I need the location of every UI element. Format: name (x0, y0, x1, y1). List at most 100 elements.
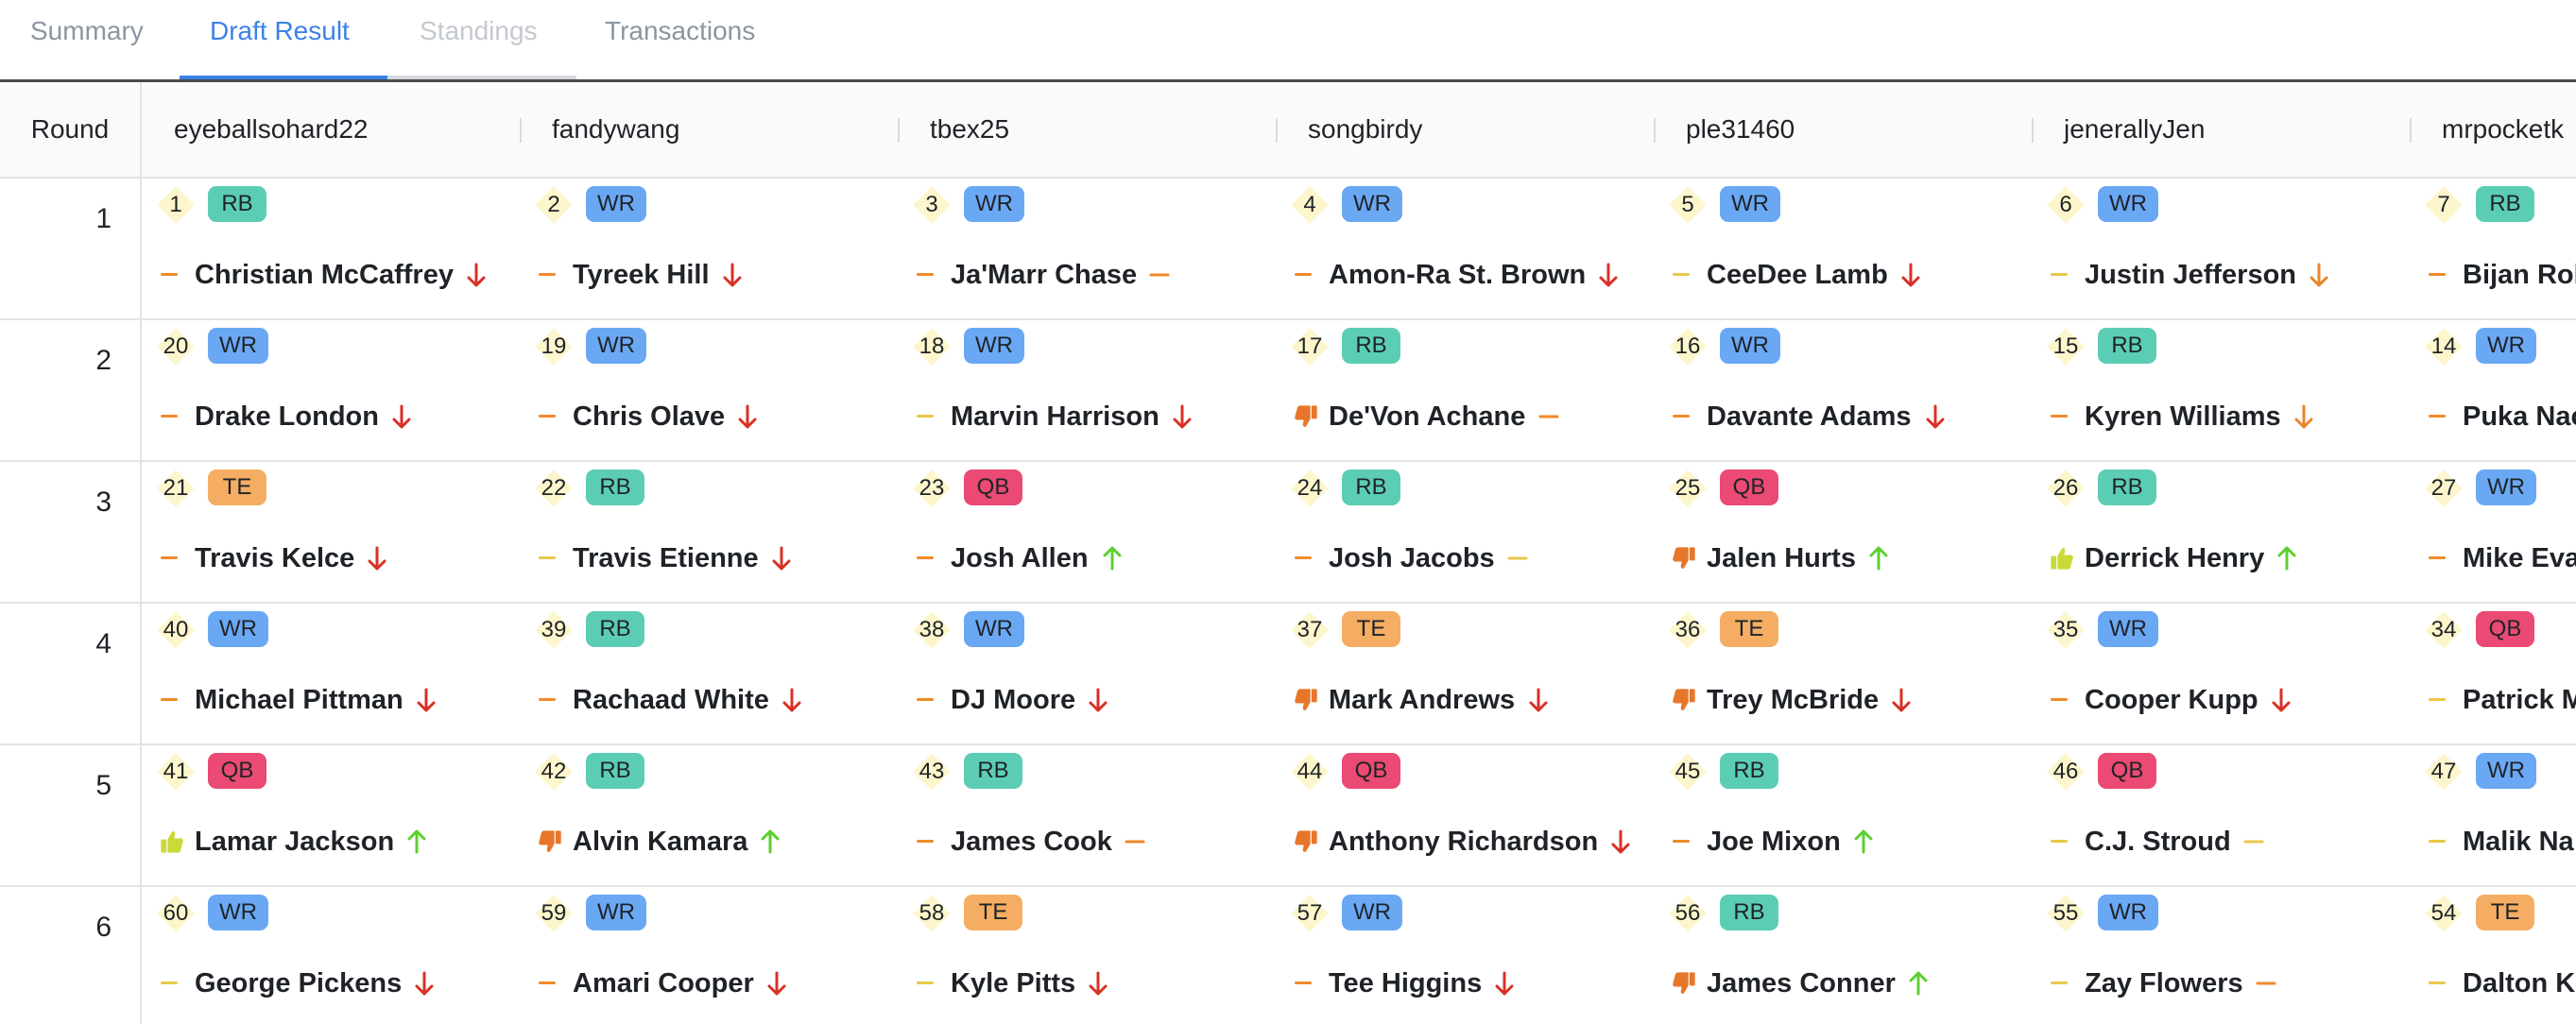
draft-pick-cell[interactable]: 20 WR Drake London (142, 320, 520, 460)
player-name[interactable]: Davante Adams (1707, 396, 1912, 437)
column-resize-handle[interactable] (2032, 118, 2034, 143)
draft-pick-cell[interactable]: 46 QB C.J. Stroud (2032, 745, 2410, 885)
column-resize-handle[interactable] (2410, 118, 2412, 143)
player-name[interactable]: Dalton K (2463, 963, 2575, 1004)
player-name[interactable]: Tee Higgins (1329, 963, 1482, 1004)
player-name[interactable]: Rachaad White (573, 679, 769, 721)
tab-standings[interactable]: Standings (420, 0, 538, 81)
player-name[interactable]: Patrick M (2463, 679, 2576, 721)
player-name[interactable]: Tyreek Hill (573, 254, 710, 296)
player-name[interactable]: Justin Jefferson (2085, 254, 2296, 296)
draft-pick-cell[interactable]: 19 WR Chris Olave (520, 320, 898, 460)
column-resize-handle[interactable] (898, 118, 900, 143)
team-column-header[interactable]: jenerallyJen (2032, 82, 2410, 177)
draft-pick-cell[interactable]: 24 RB Josh Jacobs (1276, 462, 1654, 602)
player-name[interactable]: Chris Olave (573, 396, 725, 437)
player-name[interactable]: James Conner (1707, 963, 1896, 1004)
draft-pick-cell[interactable]: 47 WR Malik Na (2410, 745, 2576, 885)
player-name[interactable]: DJ Moore (951, 679, 1075, 721)
player-name[interactable]: Marvin Harrison (951, 396, 1159, 437)
player-name[interactable]: Josh Allen (951, 538, 1089, 579)
draft-pick-cell[interactable]: 2 WR Tyreek Hill (520, 179, 898, 318)
draft-pick-cell[interactable]: 5 WR CeeDee Lamb (1654, 179, 2032, 318)
draft-pick-cell[interactable]: 45 RB Joe Mixon (1654, 745, 2032, 885)
player-name[interactable]: Malik Na (2463, 821, 2574, 862)
draft-pick-cell[interactable]: 18 WR Marvin Harrison (898, 320, 1276, 460)
column-resize-handle[interactable] (1276, 118, 1278, 143)
draft-pick-cell[interactable]: 4 WR Amon-Ra St. Brown (1276, 179, 1654, 318)
column-resize-handle[interactable] (520, 118, 522, 143)
player-name[interactable]: Puka Nac (2463, 396, 2576, 437)
player-name[interactable]: Mark Andrews (1329, 679, 1515, 721)
draft-pick-cell[interactable]: 42 RB Alvin Kamara (520, 745, 898, 885)
player-name[interactable]: George Pickens (195, 963, 402, 1004)
team-column-header[interactable]: ple31460 (1654, 82, 2032, 177)
team-column-header[interactable]: tbex25 (898, 82, 1276, 177)
draft-pick-cell[interactable]: 41 QB Lamar Jackson (142, 745, 520, 885)
draft-pick-cell[interactable]: 60 WR George Pickens (142, 887, 520, 1024)
player-name[interactable]: Joe Mixon (1707, 821, 1841, 862)
draft-pick-cell[interactable]: 26 RB Derrick Henry (2032, 462, 2410, 602)
player-name[interactable]: Josh Jacobs (1329, 538, 1495, 579)
draft-pick-cell[interactable]: 1 RB Christian McCaffrey (142, 179, 520, 318)
draft-pick-cell[interactable]: 16 WR Davante Adams (1654, 320, 2032, 460)
draft-pick-cell[interactable]: 57 WR Tee Higgins (1276, 887, 1654, 1024)
player-name[interactable]: Drake London (195, 396, 379, 437)
draft-pick-cell[interactable]: 55 WR Zay Flowers (2032, 887, 2410, 1024)
player-name[interactable]: Christian McCaffrey (195, 254, 454, 296)
draft-pick-cell[interactable]: 58 TE Kyle Pitts (898, 887, 1276, 1024)
draft-pick-cell[interactable]: 38 WR DJ Moore (898, 604, 1276, 743)
draft-pick-cell[interactable]: 36 TE Trey McBride (1654, 604, 2032, 743)
player-name[interactable]: CeeDee Lamb (1707, 254, 1888, 296)
player-name[interactable]: Zay Flowers (2085, 963, 2243, 1004)
draft-pick-cell[interactable]: 35 WR Cooper Kupp (2032, 604, 2410, 743)
draft-pick-cell[interactable]: 21 TE Travis Kelce (142, 462, 520, 602)
draft-pick-cell[interactable]: 15 RB Kyren Williams (2032, 320, 2410, 460)
draft-pick-cell[interactable]: 39 RB Rachaad White (520, 604, 898, 743)
player-name[interactable]: Bijan Rol (2463, 254, 2576, 296)
draft-pick-cell[interactable]: 40 WR Michael Pittman (142, 604, 520, 743)
draft-pick-cell[interactable]: 56 RB James Conner (1654, 887, 2032, 1024)
player-name[interactable]: Anthony Richardson (1329, 821, 1598, 862)
player-name[interactable]: C.J. Stroud (2085, 821, 2231, 862)
team-column-header[interactable]: fandywang (520, 82, 898, 177)
player-name[interactable]: Amari Cooper (573, 963, 754, 1004)
draft-pick-cell[interactable]: 25 QB Jalen Hurts (1654, 462, 2032, 602)
player-name[interactable]: Trey McBride (1707, 679, 1879, 721)
player-name[interactable]: Lamar Jackson (195, 821, 394, 862)
draft-pick-cell[interactable]: 3 WR Ja'Marr Chase (898, 179, 1276, 318)
player-name[interactable]: De'Von Achane (1329, 396, 1525, 437)
player-name[interactable]: Mike Eva (2463, 538, 2576, 579)
player-name[interactable]: Cooper Kupp (2085, 679, 2258, 721)
player-name[interactable]: James Cook (951, 821, 1112, 862)
player-name[interactable]: Kyle Pitts (951, 963, 1075, 1004)
player-name[interactable]: Jalen Hurts (1707, 538, 1856, 579)
draft-pick-cell[interactable]: 22 RB Travis Etienne (520, 462, 898, 602)
player-name[interactable]: Ja'Marr Chase (951, 254, 1137, 296)
player-name[interactable]: Alvin Kamara (573, 821, 747, 862)
draft-pick-cell[interactable]: 43 RB James Cook (898, 745, 1276, 885)
draft-pick-cell[interactable]: 7 RB Bijan Rol (2410, 179, 2576, 318)
draft-pick-cell[interactable]: 44 QB Anthony Richardson (1276, 745, 1654, 885)
team-column-header[interactable]: eyeballsohard22 (142, 82, 520, 177)
player-name[interactable]: Travis Etienne (573, 538, 759, 579)
player-name[interactable]: Travis Kelce (195, 538, 354, 579)
draft-pick-cell[interactable]: 59 WR Amari Cooper (520, 887, 898, 1024)
column-resize-handle[interactable] (1654, 118, 1656, 143)
player-name[interactable]: Derrick Henry (2085, 538, 2264, 579)
draft-pick-cell[interactable]: 37 TE Mark Andrews (1276, 604, 1654, 743)
team-column-header[interactable]: songbirdy (1276, 82, 1654, 177)
tab-draft-result[interactable]: Draft Result (210, 0, 350, 81)
team-column-header[interactable]: mrpocketk (2410, 82, 2576, 177)
tab-transactions[interactable]: Transactions (605, 0, 755, 81)
draft-pick-cell[interactable]: 6 WR Justin Jefferson (2032, 179, 2410, 318)
player-name[interactable]: Kyren Williams (2085, 396, 2281, 437)
draft-pick-cell[interactable]: 17 RB De'Von Achane (1276, 320, 1654, 460)
draft-pick-cell[interactable]: 14 WR Puka Nac (2410, 320, 2576, 460)
player-name[interactable]: Michael Pittman (195, 679, 404, 721)
draft-pick-cell[interactable]: 54 TE Dalton K (2410, 887, 2576, 1024)
draft-pick-cell[interactable]: 34 QB Patrick M (2410, 604, 2576, 743)
player-name[interactable]: Amon-Ra St. Brown (1329, 254, 1586, 296)
draft-pick-cell[interactable]: 23 QB Josh Allen (898, 462, 1276, 602)
tab-summary[interactable]: Summary (30, 0, 144, 81)
